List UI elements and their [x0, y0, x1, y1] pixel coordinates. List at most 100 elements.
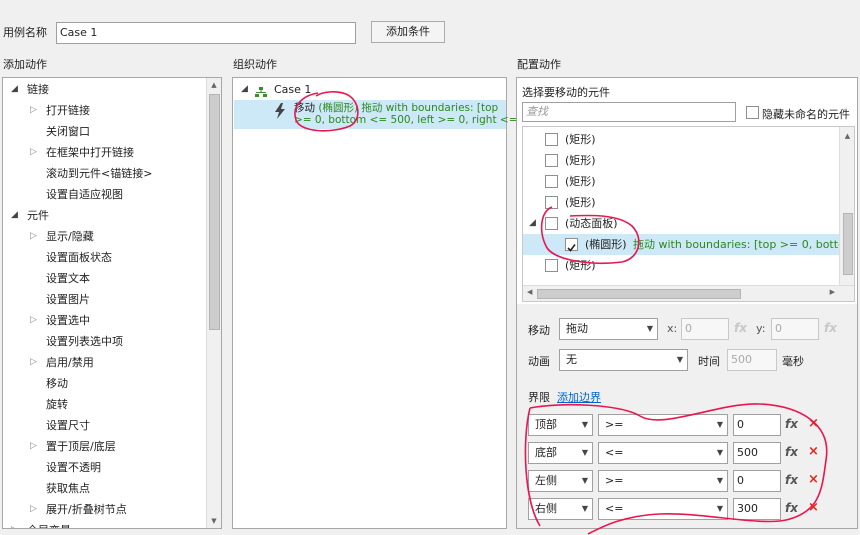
- delete-bound-icon[interactable]: ×: [808, 472, 819, 487]
- expand-triangle-icon[interactable]: ◢: [11, 79, 18, 100]
- animation-select[interactable]: 无 ▼: [559, 349, 688, 371]
- add-bounds-link[interactable]: 添加边界: [557, 389, 601, 405]
- widget-item-selected[interactable]: (椭圆形) 拖动 with boundaries: [top >= 0, bot…: [523, 234, 854, 255]
- action-tree-item[interactable]: 设置尺寸: [3, 415, 206, 436]
- action-tree-item[interactable]: 设置图片: [3, 289, 206, 310]
- bound-operator-select[interactable]: >= ▼: [598, 414, 728, 436]
- action-tree-item[interactable]: 旋转: [3, 394, 206, 415]
- widget-search-input[interactable]: 查找: [522, 102, 736, 122]
- action-tree-item[interactable]: ▷ 启用/禁用: [3, 352, 206, 373]
- action-tree-item[interactable]: 移动: [3, 373, 206, 394]
- action-tree-item-label: 获取焦点: [46, 482, 90, 495]
- widget-checkbox[interactable]: [545, 154, 558, 167]
- action-tree-item[interactable]: 滚动到元件<锚链接>: [3, 163, 206, 184]
- action-tree-scrollbar[interactable]: ▲ ▼: [206, 78, 221, 528]
- action-tree-item[interactable]: ▷ 设置选中: [3, 310, 206, 331]
- lightning-icon: [274, 103, 286, 119]
- delete-bound-icon[interactable]: ×: [808, 416, 819, 431]
- delete-bound-icon[interactable]: ×: [808, 500, 819, 515]
- dropdown-arrow-icon: ▼: [716, 476, 723, 485]
- action-tree-item[interactable]: ▷ 置于顶层/底层: [3, 436, 206, 457]
- widget-item-detail: 拖动 with boundaries: [top >= 0, bottom <=…: [633, 238, 855, 251]
- action-tree-item[interactable]: ▷ 展开/折叠树节点: [3, 499, 206, 520]
- bound-fx-button[interactable]: fx: [785, 501, 798, 515]
- expand-triangle-icon[interactable]: ◢: [11, 205, 18, 226]
- collapse-triangle-icon[interactable]: ▷: [30, 100, 37, 121]
- widget-item[interactable]: (矩形): [523, 171, 839, 192]
- collapse-triangle-icon[interactable]: ▷: [30, 226, 37, 247]
- widget-checkbox[interactable]: [545, 175, 558, 188]
- action-tree-item[interactable]: ◢ 链接: [3, 79, 206, 100]
- bound-fx-button[interactable]: fx: [785, 445, 798, 459]
- widget-hscroll-thumb[interactable]: [537, 289, 741, 299]
- add-condition-button[interactable]: 添加条件: [371, 21, 445, 43]
- widget-checkbox[interactable]: [545, 196, 558, 209]
- expand-triangle-icon[interactable]: ◢: [529, 213, 536, 234]
- widget-checkbox[interactable]: [545, 217, 558, 230]
- collapse-triangle-icon[interactable]: ▷: [30, 352, 37, 373]
- collapse-triangle-icon[interactable]: ▷: [30, 142, 37, 163]
- expand-triangle-icon[interactable]: ◢: [241, 79, 248, 100]
- action-tree-item[interactable]: ▷ 全局变量: [3, 520, 206, 528]
- action-tree-item[interactable]: ▷ 打开链接: [3, 100, 206, 121]
- y-input[interactable]: 0: [771, 318, 819, 340]
- collapse-triangle-icon[interactable]: ▷: [30, 499, 37, 520]
- bound-operator-select[interactable]: <= ▼: [598, 498, 728, 520]
- action-tree-item[interactable]: 设置列表选中项: [3, 331, 206, 352]
- case-name-input[interactable]: Case 1: [56, 22, 356, 44]
- collapse-triangle-icon[interactable]: ▷: [11, 520, 18, 528]
- bound-value-input[interactable]: 500: [733, 442, 781, 464]
- bound-operator-select[interactable]: <= ▼: [598, 442, 728, 464]
- bound-fx-button[interactable]: fx: [785, 417, 798, 431]
- action-tree-item[interactable]: 关闭窗口: [3, 121, 206, 142]
- action-tree-item[interactable]: ▷ 在框架中打开链接: [3, 142, 206, 163]
- widget-item-label: (矩形): [565, 196, 596, 209]
- config-action-panel: 选择要移动的元件 查找 隐藏未命名的元件 (矩形) (矩形) (矩形) (矩形) ◢ (动…: [516, 77, 858, 529]
- action-tree-item[interactable]: 设置面板状态: [3, 247, 206, 268]
- scroll-down-arrow-icon[interactable]: ▼: [207, 517, 221, 525]
- action-tree-item[interactable]: 获取焦点: [3, 478, 206, 499]
- y-fx-button[interactable]: fx: [824, 321, 837, 335]
- bound-side-select[interactable]: 右侧 ▼: [528, 498, 593, 520]
- bound-value-input[interactable]: 0: [733, 414, 781, 436]
- bound-side-select[interactable]: 左侧 ▼: [528, 470, 593, 492]
- widget-list-hscrollbar[interactable]: ◀ ▶: [523, 285, 854, 301]
- x-fx-button[interactable]: fx: [734, 321, 747, 335]
- action-tree-item[interactable]: ▷ 显示/隐藏: [3, 226, 206, 247]
- collapse-triangle-icon[interactable]: ▷: [30, 310, 37, 331]
- bound-value-input[interactable]: 0: [733, 470, 781, 492]
- action-tree-item[interactable]: 设置自适应视图: [3, 184, 206, 205]
- widget-checkbox[interactable]: [565, 238, 578, 252]
- delete-bound-icon[interactable]: ×: [808, 444, 819, 459]
- hide-unnamed-checkbox[interactable]: [746, 106, 759, 119]
- widget-checkbox[interactable]: [545, 133, 558, 146]
- action-tree-item[interactable]: ◢ 元件: [3, 205, 206, 226]
- bound-operator-select[interactable]: >= ▼: [598, 470, 728, 492]
- case-row[interactable]: ◢ Case 1: [233, 79, 506, 100]
- widget-list-vscrollbar[interactable]: ▲: [839, 127, 854, 285]
- widget-item[interactable]: ◢ (动态面板): [523, 213, 839, 234]
- action-tree-item[interactable]: 设置文本: [3, 268, 206, 289]
- time-input[interactable]: 500: [727, 349, 777, 371]
- move-type-select[interactable]: 拖动 ▼: [559, 318, 658, 340]
- widget-item[interactable]: (矩形): [523, 150, 839, 171]
- widget-item[interactable]: (矩形): [523, 129, 839, 150]
- collapse-triangle-icon[interactable]: ▷: [30, 436, 37, 457]
- scroll-thumb[interactable]: [209, 94, 220, 330]
- scroll-up-arrow-icon[interactable]: ▲: [840, 132, 854, 140]
- bound-side-select[interactable]: 顶部 ▼: [528, 414, 593, 436]
- x-input[interactable]: 0: [681, 318, 729, 340]
- scroll-right-arrow-icon[interactable]: ▶: [830, 288, 835, 296]
- widget-checkbox[interactable]: [545, 259, 558, 272]
- scroll-left-arrow-icon[interactable]: ◀: [527, 288, 532, 296]
- widget-item[interactable]: (矩形): [523, 255, 839, 276]
- widget-item[interactable]: (矩形): [523, 192, 839, 213]
- bound-value-input[interactable]: 300: [733, 498, 781, 520]
- action-tree-item-label: 元件: [27, 209, 49, 222]
- bound-side-select[interactable]: 底部 ▼: [528, 442, 593, 464]
- widget-scroll-thumb[interactable]: [843, 213, 853, 275]
- scroll-up-arrow-icon[interactable]: ▲: [207, 81, 221, 89]
- action-tree-item[interactable]: 设置不透明: [3, 457, 206, 478]
- bound-fx-button[interactable]: fx: [785, 473, 798, 487]
- action-row[interactable]: 移动 (椭圆形) 拖动 with boundaries: [top >= 0, …: [234, 100, 545, 129]
